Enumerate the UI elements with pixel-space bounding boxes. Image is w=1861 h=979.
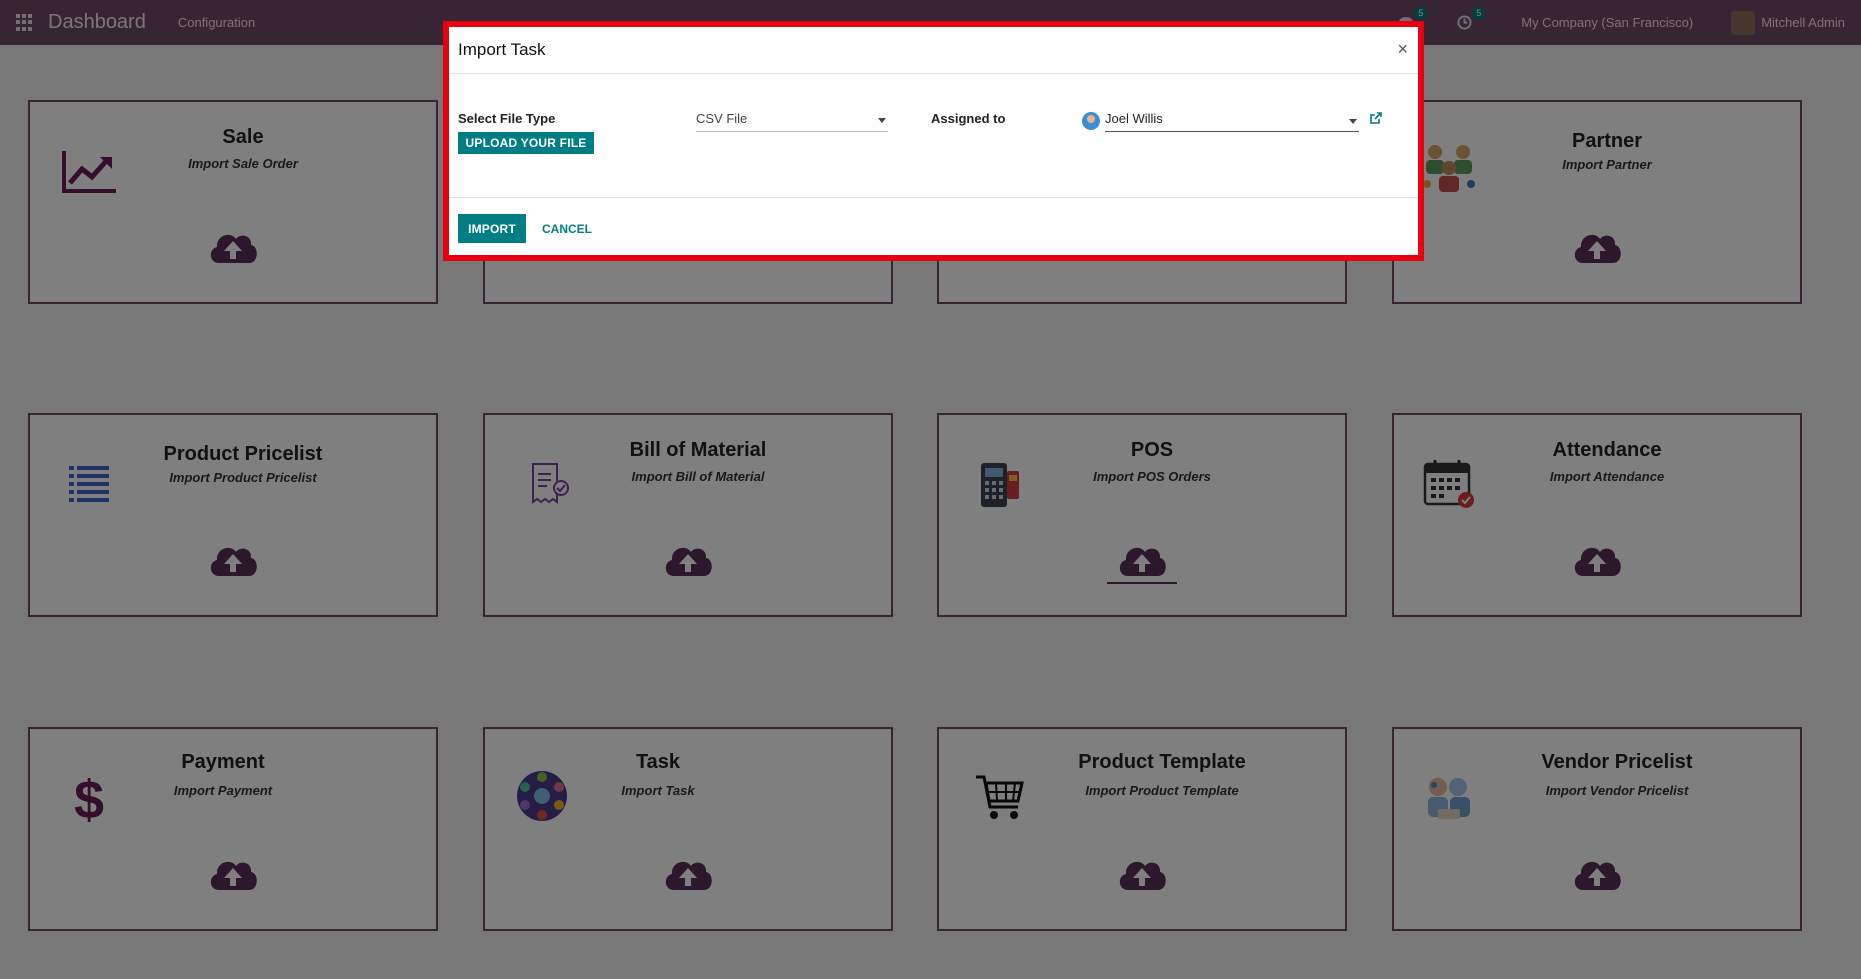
dialog-footer: IMPORT CANCEL	[449, 198, 1418, 259]
dialog-title: Import Task	[458, 40, 546, 59]
import-button[interactable]: IMPORT	[458, 214, 526, 243]
assigned-to-value: Joel Willis	[1105, 111, 1163, 126]
assigned-to-select[interactable]: Joel Willis	[1105, 111, 1359, 132]
upload-file-button[interactable]: UPLOAD YOUR FILE	[458, 132, 594, 154]
chevron-down-icon	[1349, 119, 1357, 124]
file-type-label: Select File Type	[458, 111, 556, 126]
file-type-select[interactable]: CSV File	[696, 111, 888, 132]
import-task-dialog: Import Task × Select File Type CSV File …	[443, 21, 1424, 261]
dialog-header: Import Task ×	[449, 27, 1418, 74]
close-icon[interactable]: ×	[1397, 39, 1408, 60]
dialog-body: Select File Type CSV File UPLOAD YOUR FI…	[449, 74, 1418, 198]
file-type-value: CSV File	[696, 111, 748, 126]
assignee-avatar	[1082, 112, 1100, 130]
cancel-button[interactable]: CANCEL	[542, 222, 592, 236]
chevron-down-icon	[878, 118, 886, 123]
assigned-to-label: Assigned to	[931, 111, 1006, 126]
external-link-icon[interactable]	[1369, 111, 1385, 127]
